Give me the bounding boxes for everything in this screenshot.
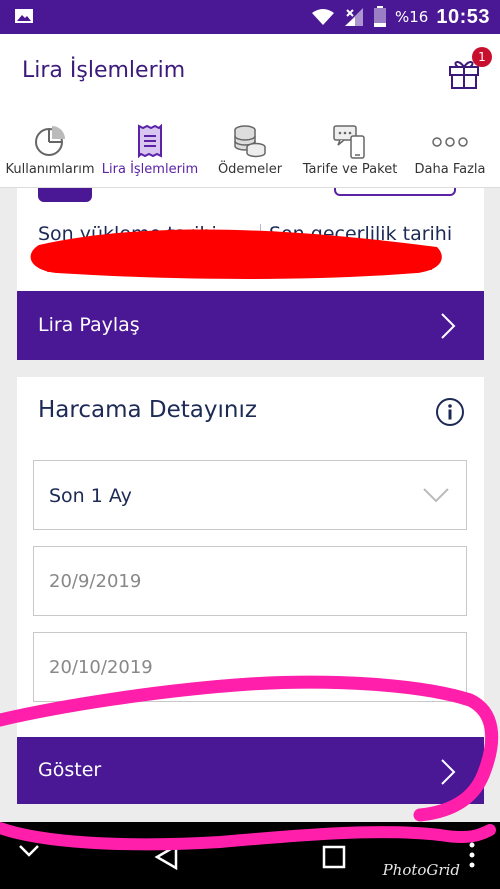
tab-bar: Kullanımlarım Lira İşlemlerim Ödemeler T… [0, 114, 500, 188]
tab-lira-islemlerim[interactable]: Lira İşlemlerim [100, 114, 200, 188]
phone-chat-icon [333, 125, 365, 159]
period-select[interactable]: Son 1 Ay [33, 460, 467, 530]
tab-daha-fazla[interactable]: Daha Fazla [400, 114, 500, 188]
system-nav-bar: PhotoGrid [0, 822, 500, 889]
balance-icon-peek [38, 188, 92, 202]
tab-label: Lira İşlemlerim [101, 162, 199, 177]
battery-icon [374, 6, 386, 27]
pie-chart-icon [35, 126, 65, 156]
more-dots-icon [432, 137, 468, 147]
load-button-peek[interactable] [334, 188, 456, 196]
tab-label: Daha Fazla [414, 162, 486, 177]
receipt-icon [138, 124, 162, 158]
chevron-down-icon [423, 488, 449, 503]
period-value: Son 1 Ay [49, 485, 132, 507]
back-icon[interactable] [154, 844, 180, 870]
end-date-field[interactable]: 20/10/2019 [33, 632, 467, 702]
start-date-value: 20/9/2019 [49, 571, 142, 592]
lira-share-button[interactable]: Lira Paylaş [17, 291, 484, 360]
gift-badge: 1 [472, 47, 492, 67]
show-button[interactable]: Göster [17, 737, 484, 804]
page-title: Lira İşlemlerim [22, 58, 186, 83]
photogrid-watermark: PhotoGrid [382, 861, 460, 879]
tab-label: Kullanımlarım [5, 162, 95, 177]
wifi-icon [312, 9, 334, 25]
red-redaction-scribble [30, 229, 442, 279]
status-bar: %16 10:53 [0, 0, 500, 34]
tab-label: Ödemeler [217, 162, 283, 177]
start-date-field[interactable]: 20/9/2019 [33, 546, 467, 616]
spending-details-card: Harcama Detayınız Son 1 Ay 20/9/2019 20/… [17, 377, 484, 804]
coins-icon [234, 125, 266, 158]
chevron-down-nav-icon[interactable] [18, 844, 40, 858]
tab-odemeler[interactable]: Ödemeler [200, 114, 300, 188]
menu-dots-icon[interactable] [468, 840, 476, 870]
tab-tarife-ve-paket[interactable]: Tarife ve Paket [300, 114, 400, 188]
info-icon[interactable] [435, 397, 465, 427]
signal-icon [345, 8, 363, 26]
recent-apps-icon[interactable] [322, 845, 346, 869]
gallery-notification-icon [15, 9, 33, 23]
chevron-right-icon [441, 759, 456, 785]
clock: 10:53 [436, 5, 490, 28]
spending-heading: Harcama Detayınız [38, 397, 257, 423]
chevron-right-icon [441, 313, 456, 339]
battery-percent: %16 [395, 8, 429, 26]
show-button-label: Göster [38, 759, 102, 781]
end-date-value: 20/10/2019 [49, 657, 153, 678]
tab-kullanimlarim[interactable]: Kullanımlarım [0, 114, 100, 188]
app-header: Lira İşlemlerim 1 [0, 34, 500, 114]
tab-label: Tarife ve Paket [302, 162, 398, 177]
lira-share-label: Lira Paylaş [38, 314, 140, 336]
